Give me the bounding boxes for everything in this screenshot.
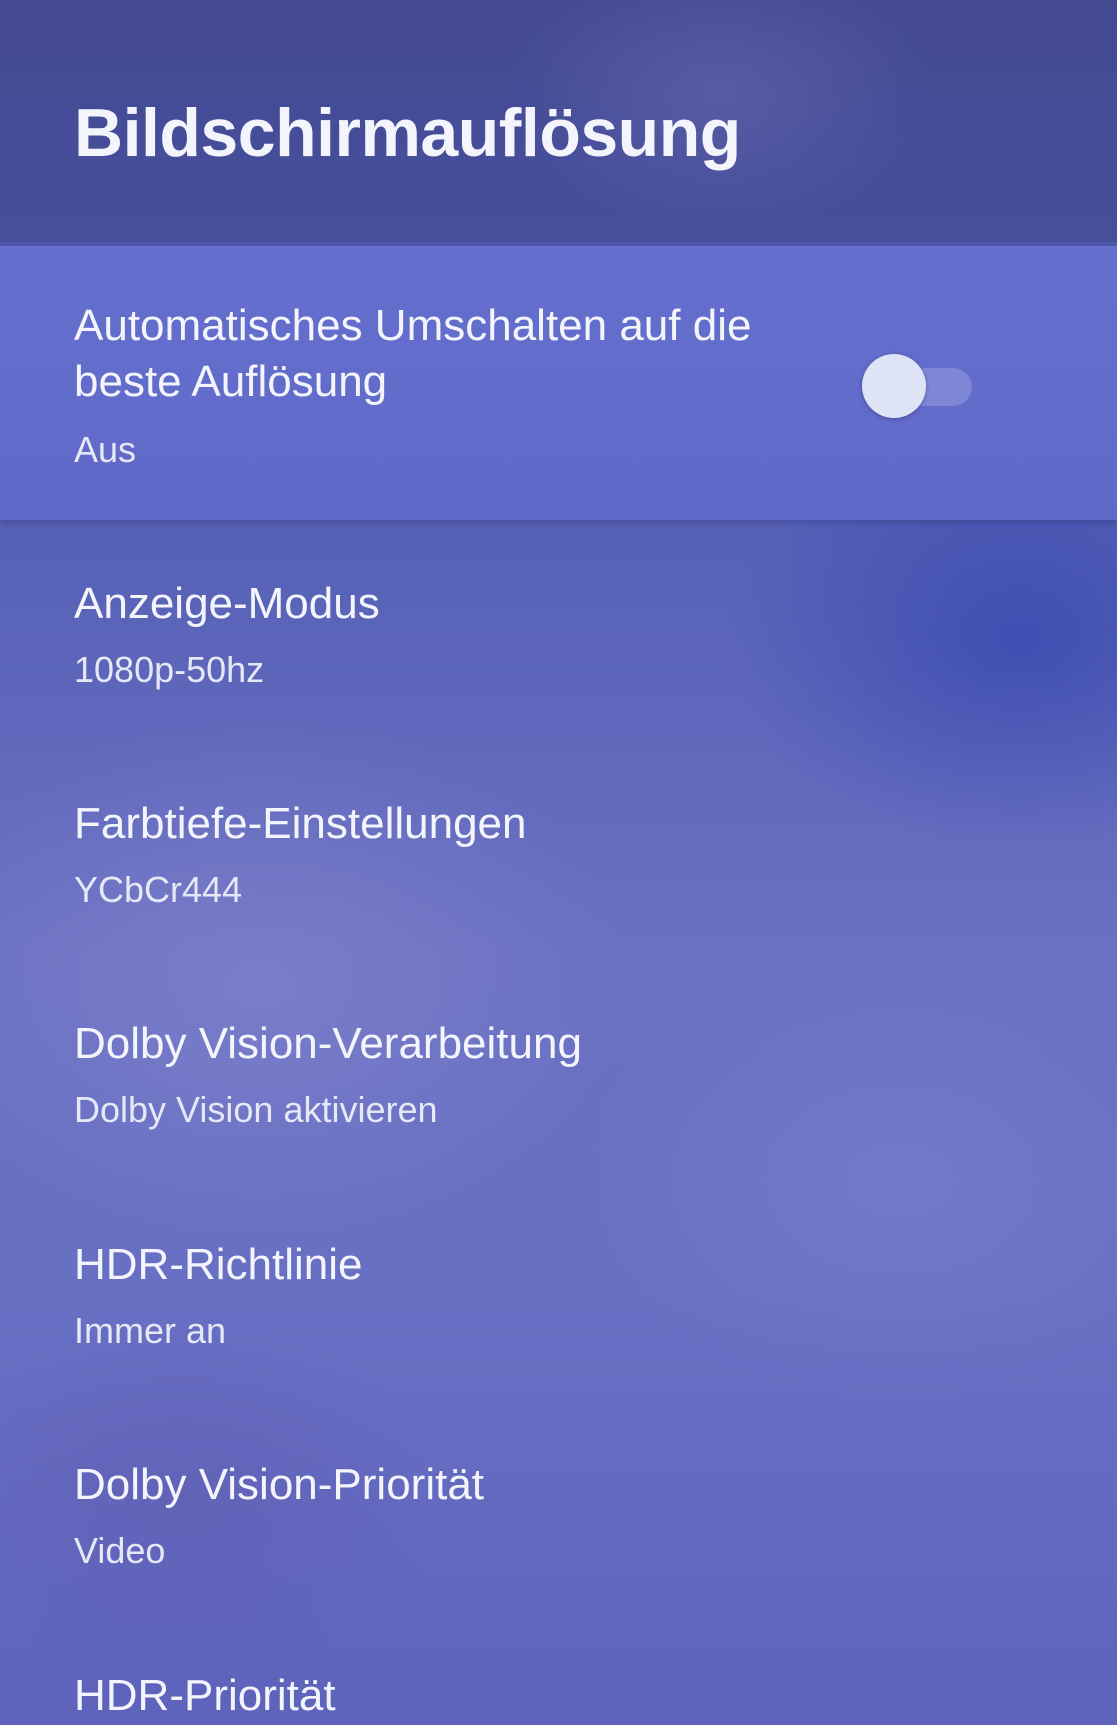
setting-row-dolby-vision-priority[interactable]: Dolby Vision-Priorität Video: [0, 1447, 1117, 1587]
header: Bildschirmauflösung: [0, 0, 1117, 242]
setting-row-hdr-priority[interactable]: HDR-Priorität: [0, 1668, 1117, 1725]
setting-title: HDR-Priorität: [74, 1671, 336, 1720]
setting-title: Dolby Vision-Priorität: [74, 1460, 485, 1509]
setting-value: Immer an: [74, 1310, 227, 1351]
page-title: Bildschirmauflösung: [74, 95, 741, 171]
setting-row-dolby-vision-processing[interactable]: Dolby Vision-Verarbeitung Dolby Vision a…: [0, 1006, 1117, 1146]
auto-resolution-toggle[interactable]: [862, 354, 972, 418]
setting-title: Farbtiefe-Einstellungen: [74, 799, 527, 848]
setting-row-hdr-policy[interactable]: HDR-Richtlinie Immer an: [0, 1227, 1117, 1367]
setting-value: 1080p-50hz: [74, 649, 265, 690]
setting-title: Dolby Vision-Verarbeitung: [74, 1019, 582, 1068]
setting-value: YCbCr444: [74, 869, 243, 910]
setting-title: Anzeige-Modus: [74, 579, 380, 628]
setting-title: Automatisches Umschalten auf die beste A…: [74, 301, 752, 406]
toggle-knob: [862, 354, 926, 418]
setting-value: Dolby Vision aktivieren: [74, 1089, 438, 1130]
setting-row-display-mode[interactable]: Anzeige-Modus 1080p-50hz: [0, 566, 1117, 706]
setting-title: HDR-Richtlinie: [74, 1240, 363, 1289]
setting-value: Video: [74, 1530, 166, 1571]
setting-value: Aus: [74, 429, 137, 470]
setting-row-color-depth[interactable]: Farbtiefe-Einstellungen YCbCr444: [0, 786, 1117, 926]
